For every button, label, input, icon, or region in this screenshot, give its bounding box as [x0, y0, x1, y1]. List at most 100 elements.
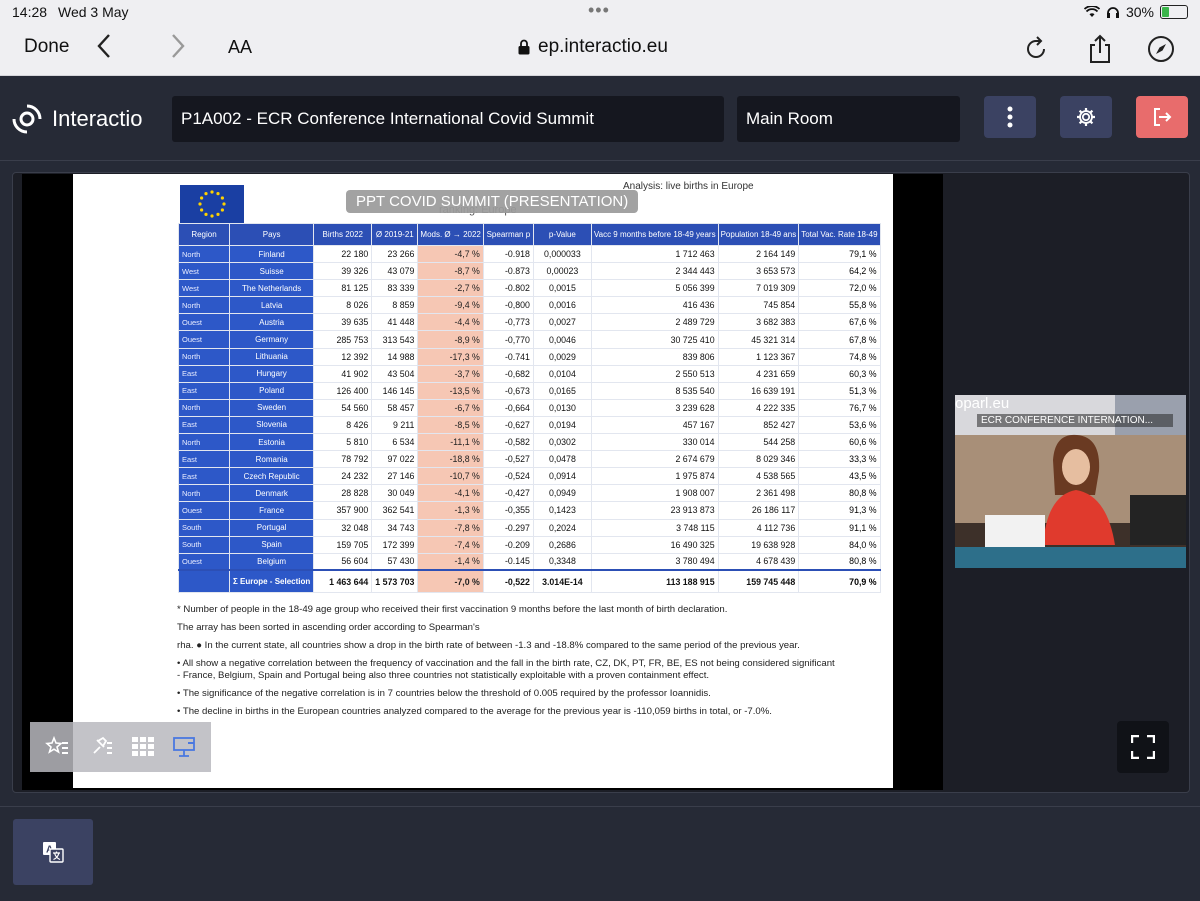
- back-icon[interactable]: [96, 32, 112, 67]
- table-cell: 0,0302: [532, 433, 592, 452]
- table-cell: -0,582: [482, 433, 534, 452]
- table-cell: 0,0046: [532, 330, 592, 349]
- table-cell: 1 908 007: [590, 484, 719, 503]
- table-cell: 0,0027: [532, 313, 592, 332]
- table-cell: 16 639 191: [717, 381, 800, 400]
- table-row: West The Netherlands 81 125 83 339 -2,7 % -0.…: [178, 279, 881, 298]
- table-cell: 0,0130: [532, 398, 592, 417]
- presentation-icon[interactable]: [171, 734, 197, 760]
- table-cell: 745 854: [717, 296, 800, 315]
- note-paragraph: • All show a negative correlation betwee…: [177, 658, 835, 681]
- table-cell: -0.145: [482, 552, 534, 571]
- star-list-icon[interactable]: [45, 734, 71, 760]
- table-cell: Belgium: [228, 552, 315, 571]
- browser-toolbar: Done AA ep.interactio.eu: [0, 24, 1200, 76]
- more-options-button[interactable]: [984, 96, 1036, 138]
- table-cell: 7 019 309: [717, 279, 800, 298]
- table-cell: Ouest: [178, 552, 230, 571]
- table-cell: -0,773: [482, 313, 534, 332]
- table-cell: -0,527: [482, 450, 534, 469]
- slide-notes: * Number of people in the 18-49 age grou…: [177, 604, 837, 724]
- table-cell: 41 448: [371, 313, 419, 332]
- note-paragraph: rha. ● In the current state, all countri…: [177, 640, 800, 651]
- table-cell: 159 745 448: [717, 569, 800, 593]
- table-cell: 58 457: [371, 398, 419, 417]
- table-cell: 32 048: [313, 518, 373, 537]
- table-cell: Sweden: [228, 398, 315, 417]
- share-icon[interactable]: [1084, 33, 1116, 65]
- table-cell: -0.209: [482, 535, 534, 554]
- table-cell: 1 463 644: [313, 569, 373, 593]
- table-cell: 91,3 %: [798, 501, 881, 520]
- table-cell: 30 725 410: [590, 330, 719, 349]
- table-cell: 0,0478: [532, 450, 592, 469]
- logout-icon: [1154, 108, 1172, 126]
- language-button[interactable]: A: [13, 819, 93, 885]
- table-cell: -3,7 %: [417, 364, 484, 383]
- table-cell: Romania: [228, 450, 315, 469]
- grid-view-icon[interactable]: [130, 734, 156, 760]
- reload-icon[interactable]: [1020, 33, 1052, 65]
- table-cell: 55,8 %: [798, 296, 881, 315]
- pip-caption: ECR CONFERENCE INTERNATION...: [977, 414, 1173, 427]
- table-cell: 3 682 383: [717, 313, 800, 332]
- table-cell: 839 806: [590, 347, 719, 366]
- table-cell: -0,664: [482, 398, 534, 417]
- table-header-cell: Ø 2019-21: [371, 223, 419, 246]
- address-bar[interactable]: ep.interactio.eu: [538, 36, 668, 58]
- multitask-dots-icon[interactable]: •••: [588, 0, 610, 21]
- text-size-button[interactable]: AA: [228, 37, 252, 58]
- table-cell: -18,8 %: [417, 450, 484, 469]
- table-cell: 6 534: [371, 433, 419, 452]
- presentation-slide: Analysis: live births in Europe ranking:…: [73, 174, 893, 788]
- table-row: East Slovenia 8 426 9 211 -8,5 % -0,627 0,0194…: [178, 415, 881, 435]
- table-cell: Slovenia: [228, 415, 315, 435]
- table-cell: East: [178, 381, 230, 400]
- table-cell: 0,3348: [532, 552, 592, 571]
- table-cell: 78 792: [313, 450, 373, 469]
- table-cell: -0,800: [482, 296, 534, 315]
- table-cell: West: [178, 279, 230, 298]
- table-cell: 64,2 %: [798, 262, 881, 281]
- table-cell: 2 489 729: [590, 313, 719, 332]
- leave-button[interactable]: [1136, 96, 1188, 138]
- table-cell: 43 504: [371, 364, 419, 383]
- gear-icon: [1077, 108, 1095, 126]
- table-cell: Portugal: [228, 518, 315, 537]
- table-cell: 0,1423: [532, 501, 592, 520]
- table-cell: 0,2024: [532, 518, 592, 537]
- table-cell: 23 266: [371, 244, 419, 264]
- fullscreen-button[interactable]: [1117, 721, 1169, 773]
- table-cell: -0.918: [482, 244, 534, 264]
- table-cell: -8,7 %: [417, 262, 484, 281]
- table-cell: Ouest: [178, 313, 230, 332]
- event-title-field: P1A002 - ECR Conference International Co…: [172, 96, 724, 142]
- slide-toolbar: [30, 722, 211, 772]
- table-cell: 362 541: [371, 501, 419, 520]
- table-header-cell: Population 18-49 ans: [717, 223, 800, 246]
- settings-button[interactable]: [1060, 96, 1112, 138]
- table-cell: 4 678 439: [717, 552, 800, 571]
- table-cell: Hungary: [228, 364, 315, 383]
- table-cell: 2 550 513: [590, 364, 719, 383]
- table-cell: 28 828: [313, 484, 373, 503]
- table-cell: 70,9 %: [798, 569, 881, 593]
- table-total-row: Σ Europe - Selection 1 463 644 1 573 703 -7…: [178, 569, 881, 593]
- table-cell: 159 705: [313, 535, 373, 554]
- done-button[interactable]: Done: [24, 36, 69, 58]
- table-cell: 60,6 %: [798, 433, 881, 452]
- brand-name: Interactio: [52, 106, 143, 131]
- compass-icon[interactable]: [1145, 33, 1177, 65]
- room-selector[interactable]: Main Room: [737, 96, 960, 142]
- table-cell: -0.297: [482, 518, 534, 537]
- table-cell: 313 543: [371, 330, 419, 349]
- pin-list-icon[interactable]: [89, 734, 115, 760]
- table-cell: 0,000033: [532, 244, 592, 264]
- table-cell: 22 180: [313, 244, 373, 264]
- table-row: Ouest Belgium 56 604 57 430 -1,4 % -0.145 0,33…: [178, 552, 881, 571]
- forward-icon[interactable]: [170, 32, 186, 67]
- table-cell: 57 430: [371, 552, 419, 571]
- app-footer: [0, 806, 1200, 901]
- table-cell: 1 573 703: [371, 569, 419, 593]
- speaker-pip-video[interactable]: oparl.eu ECR CONFERENCE INTERNATION...: [955, 395, 1186, 568]
